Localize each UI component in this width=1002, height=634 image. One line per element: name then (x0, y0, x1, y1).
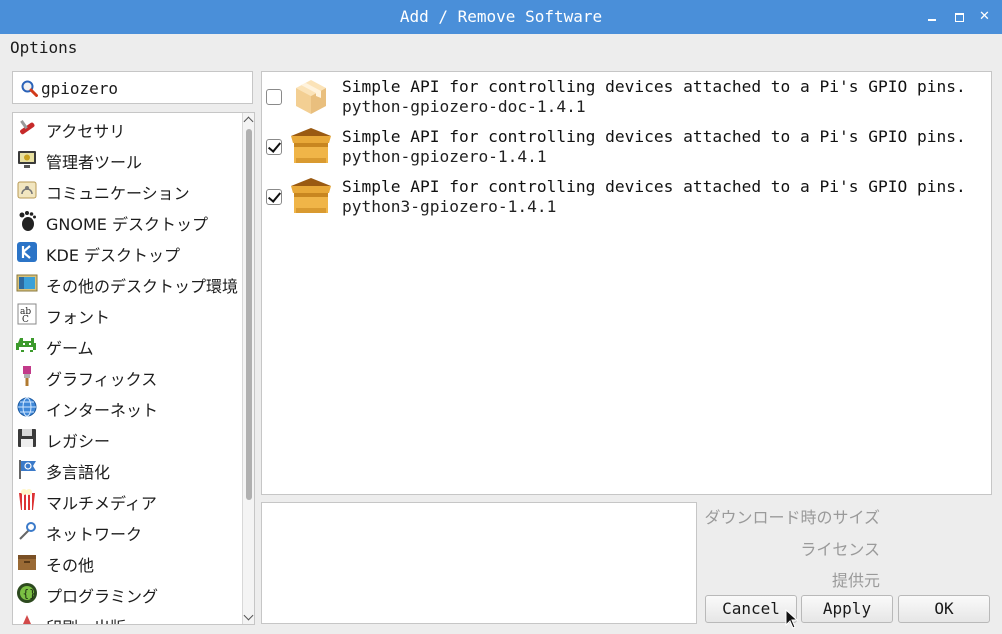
package-details-text[interactable] (261, 502, 697, 624)
window-title: Add / Remove Software (399, 7, 603, 26)
license-label: ライセンス (800, 540, 880, 559)
programming-icon: {} (17, 583, 37, 603)
category-item-graphics[interactable]: グラフィックス (13, 361, 240, 392)
category-label: 管理者ツール (46, 153, 143, 172)
ok-button[interactable]: OK (898, 595, 990, 623)
package-list: Simple API for controlling devices attac… (261, 71, 992, 495)
category-item-internet[interactable]: インターネット (13, 392, 240, 423)
localization-icon (19, 460, 36, 479)
legacy-icon (18, 429, 36, 447)
package-icon (291, 128, 331, 163)
minimize-icon[interactable] (923, 8, 941, 26)
scroll-up-icon[interactable] (243, 114, 254, 126)
package-icon (296, 80, 326, 114)
category-label: ゲーム (46, 339, 94, 358)
category-item-accessories[interactable]: アクセサリ (13, 113, 240, 144)
package-checkbox[interactable] (266, 189, 282, 205)
package-description: Simple API for controlling devices attac… (342, 77, 966, 96)
category-label: マルチメディア (46, 494, 157, 513)
maximize-icon[interactable] (951, 8, 969, 26)
category-item-localization[interactable]: 多言語化 (13, 454, 240, 485)
package-name: python-gpiozero-1.4.1 (342, 147, 547, 166)
download-size-label: ダウンロード時のサイズ (704, 508, 880, 527)
package-description: Simple API for controlling devices attac… (342, 127, 966, 146)
provider-label: 提供元 (831, 571, 880, 590)
title-bar: Add / Remove Software (0, 0, 1002, 34)
search-box[interactable] (12, 71, 253, 104)
package-checkbox[interactable] (266, 89, 282, 105)
category-label: KDE デスクトップ (46, 246, 181, 265)
search-input[interactable] (41, 77, 241, 99)
category-item-kde[interactable]: KDE デスクトップ (13, 237, 240, 268)
category-item-other-desktops[interactable]: その他のデスクトップ環境 (13, 268, 240, 299)
category-item-legacy[interactable]: レガシー (13, 423, 240, 454)
publishing-icon (23, 615, 31, 624)
other-icon (18, 555, 36, 570)
category-label: 印刷・出版 (46, 614, 126, 624)
category-label: その他のデスクトップ環境 (46, 277, 239, 296)
package-row[interactable]: Simple API for controlling devices attac… (262, 122, 991, 172)
category-item-admin-tools[interactable]: 管理者ツール (13, 144, 240, 175)
close-icon[interactable] (976, 8, 994, 26)
package-row[interactable]: Simple API for controlling devices attac… (262, 172, 991, 222)
category-label: インターネット (46, 401, 159, 420)
package-name: python-gpiozero-doc-1.4.1 (342, 97, 586, 116)
svg-text:{}: {} (23, 587, 36, 600)
category-label: グラフィックス (46, 370, 158, 389)
main-window: Options アクセサリ (0, 34, 1002, 634)
scroll-down-icon[interactable] (243, 611, 254, 623)
graphics-icon (23, 366, 31, 386)
category-label: フォント (46, 308, 111, 327)
category-label: GNOME デスクトップ (46, 215, 208, 234)
category-list: アクセサリ 管理者ツール コミュニケーション GNOME デスクトップ KDE … (12, 112, 255, 625)
internet-icon (17, 397, 37, 417)
category-item-communication[interactable]: コミュニケーション (13, 175, 240, 206)
category-label: 多言語化 (46, 463, 111, 482)
category-label: プログラミング (46, 587, 159, 606)
communication-icon (17, 181, 37, 199)
network-icon (19, 522, 36, 540)
apply-button[interactable]: Apply (801, 595, 893, 623)
admin-tools-icon (18, 151, 36, 168)
search-icon (21, 80, 38, 97)
game-icon (16, 338, 36, 352)
package-row[interactable]: Simple API for controlling devices attac… (262, 72, 991, 122)
category-label: アクセサリ (46, 122, 126, 141)
category-item-publishing[interactable]: 印刷・出版 (13, 609, 240, 624)
category-item-gnome[interactable]: GNOME デスクトップ (13, 206, 240, 237)
category-item-fonts[interactable]: ab C フォント (13, 299, 240, 330)
accessories-icon (20, 120, 35, 135)
category-label: ネットワーク (46, 525, 143, 544)
category-item-programming[interactable]: {} プログラミング (13, 578, 240, 609)
category-item-games[interactable]: ゲーム (13, 330, 240, 361)
package-checkbox[interactable] (266, 139, 282, 155)
category-item-multimedia[interactable]: マルチメディア (13, 485, 240, 516)
category-label: レガシー (46, 432, 111, 451)
category-label: その他 (46, 556, 95, 575)
desktop-icon (16, 274, 38, 292)
scrollbar-thumb[interactable] (246, 129, 252, 500)
package-description: Simple API for controlling devices attac… (342, 177, 966, 196)
kde-icon (17, 242, 37, 262)
category-label: コミュニケーション (46, 184, 190, 203)
category-scrollbar[interactable] (242, 113, 254, 624)
package-name: python3-gpiozero-1.4.1 (342, 197, 557, 216)
gnome-icon (19, 211, 36, 231)
cancel-button[interactable]: Cancel (705, 595, 797, 623)
font-icon: ab C (17, 303, 37, 325)
menu-bar: Options (0, 34, 1002, 62)
multimedia-icon (19, 489, 35, 510)
mouse-cursor-icon (785, 609, 799, 629)
category-item-network[interactable]: ネットワーク (13, 516, 240, 547)
category-item-other[interactable]: その他 (13, 547, 240, 578)
svg-text:C: C (22, 315, 29, 325)
menu-options[interactable]: Options (10, 38, 77, 57)
package-icon (291, 178, 331, 213)
